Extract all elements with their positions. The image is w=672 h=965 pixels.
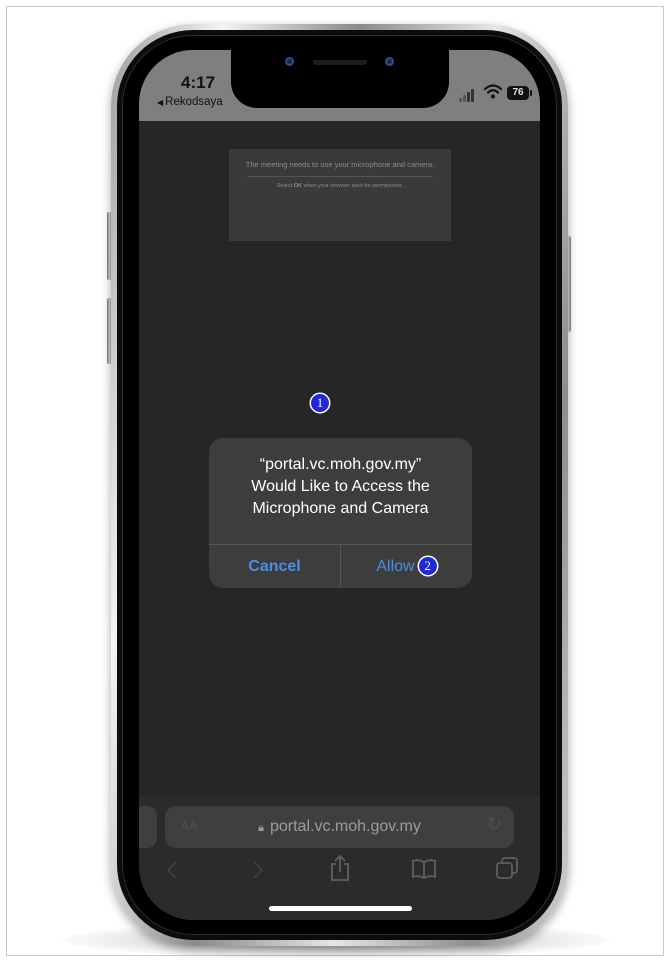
earpiece-speaker xyxy=(313,60,367,65)
reload-icon[interactable]: ↻ xyxy=(487,814,502,835)
address-bar[interactable]: AA 🔒︎ portal.vc.moh.gov.my ↻ xyxy=(165,806,514,848)
dialog-title-line3: Microphone and Camera xyxy=(252,500,429,517)
battery-icon: 76 xyxy=(507,86,532,100)
dialog-title-line2: Would Like to Access the xyxy=(251,478,430,495)
dialog-title-domain: “portal.vc.moh.gov.my” xyxy=(259,456,422,473)
chevron-right-icon[interactable] xyxy=(251,860,265,885)
lock-icon: 🔒︎ xyxy=(258,822,264,834)
phone-frame: 4:17 ◀ Rekodsaya 76 The meeting needs to… xyxy=(111,24,568,946)
battery-level: 76 xyxy=(512,87,524,98)
permission-notice: The meeting needs to use your microphone… xyxy=(229,149,451,241)
wifi-icon xyxy=(483,84,503,104)
share-icon[interactable] xyxy=(329,854,351,887)
notice-divider xyxy=(247,176,433,177)
notice-instruction: Select OK when your browser asks for per… xyxy=(276,183,404,189)
cellular-signal-icon xyxy=(459,88,479,102)
allow-button-label: Allow xyxy=(376,558,415,575)
permission-dialog: “portal.vc.moh.gov.my” Would Like to Acc… xyxy=(209,438,472,588)
address-url: 🔒︎ portal.vc.moh.gov.my xyxy=(258,818,421,835)
allow-button[interactable]: Allow 2 xyxy=(341,545,472,588)
chevron-left-icon[interactable] xyxy=(165,860,179,885)
dialog-title: “portal.vc.moh.gov.my” Would Like to Acc… xyxy=(209,454,472,520)
phone-screen: 4:17 ◀ Rekodsaya 76 The meeting needs to… xyxy=(139,50,540,920)
home-indicator[interactable] xyxy=(269,906,412,911)
tabs-icon[interactable] xyxy=(495,856,519,885)
front-camera-icon xyxy=(285,57,294,66)
sensor-icon xyxy=(385,57,394,66)
annotation-badge-1: 1 xyxy=(311,394,329,412)
safari-bottom-bar: AA 🔒︎ portal.vc.moh.gov.my ↻ xyxy=(139,796,540,920)
notch xyxy=(231,50,449,108)
back-app-label: Rekodsaya xyxy=(165,96,223,108)
back-triangle-icon: ◀ xyxy=(157,98,164,107)
previous-tab-preview[interactable] xyxy=(139,806,157,848)
cancel-button[interactable]: Cancel xyxy=(209,545,340,588)
book-icon[interactable] xyxy=(411,858,437,885)
status-time: 4:17 xyxy=(181,73,216,92)
annotation-badge-2: 2 xyxy=(418,556,437,575)
notice-message: The meeting needs to use your microphone… xyxy=(245,160,435,169)
back-to-app-link[interactable]: ◀ Rekodsaya xyxy=(157,96,223,108)
